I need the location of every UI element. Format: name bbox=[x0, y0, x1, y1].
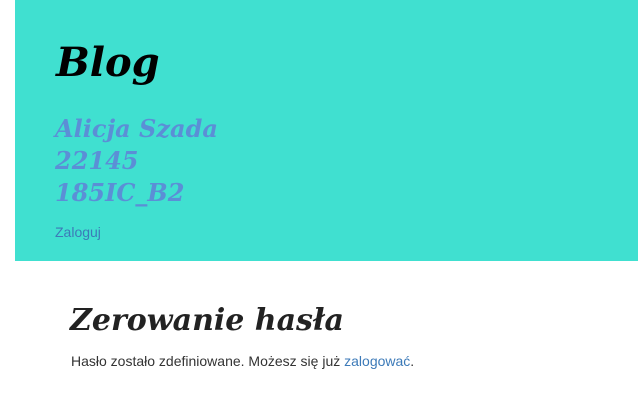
blog-title-link[interactable]: Blog bbox=[56, 38, 160, 88]
author-group: 185IC_B2 bbox=[55, 178, 185, 207]
author-info: Alicja Szada 22145 185IC_B2 bbox=[55, 113, 218, 209]
site-header: Blog Alicja Szada 22145 185IC_B2 Zaloguj bbox=[15, 0, 638, 261]
message-end: . bbox=[410, 353, 415, 369]
message-text: Hasło zostało zdefiniowane. Możesz się j… bbox=[71, 353, 345, 369]
author-name: Alicja Szada bbox=[55, 114, 218, 143]
login-inline-link[interactable]: zalogować bbox=[344, 353, 410, 369]
login-link[interactable]: Zaloguj bbox=[55, 223, 101, 241]
page: Blog Alicja Szada 22145 185IC_B2 Zaloguj… bbox=[0, 0, 638, 406]
author-index: 22145 bbox=[55, 146, 139, 175]
page-title: Zerowanie hasła bbox=[70, 303, 344, 338]
status-message: Hasło zostało zdefiniowane. Możesz się j… bbox=[71, 352, 414, 370]
